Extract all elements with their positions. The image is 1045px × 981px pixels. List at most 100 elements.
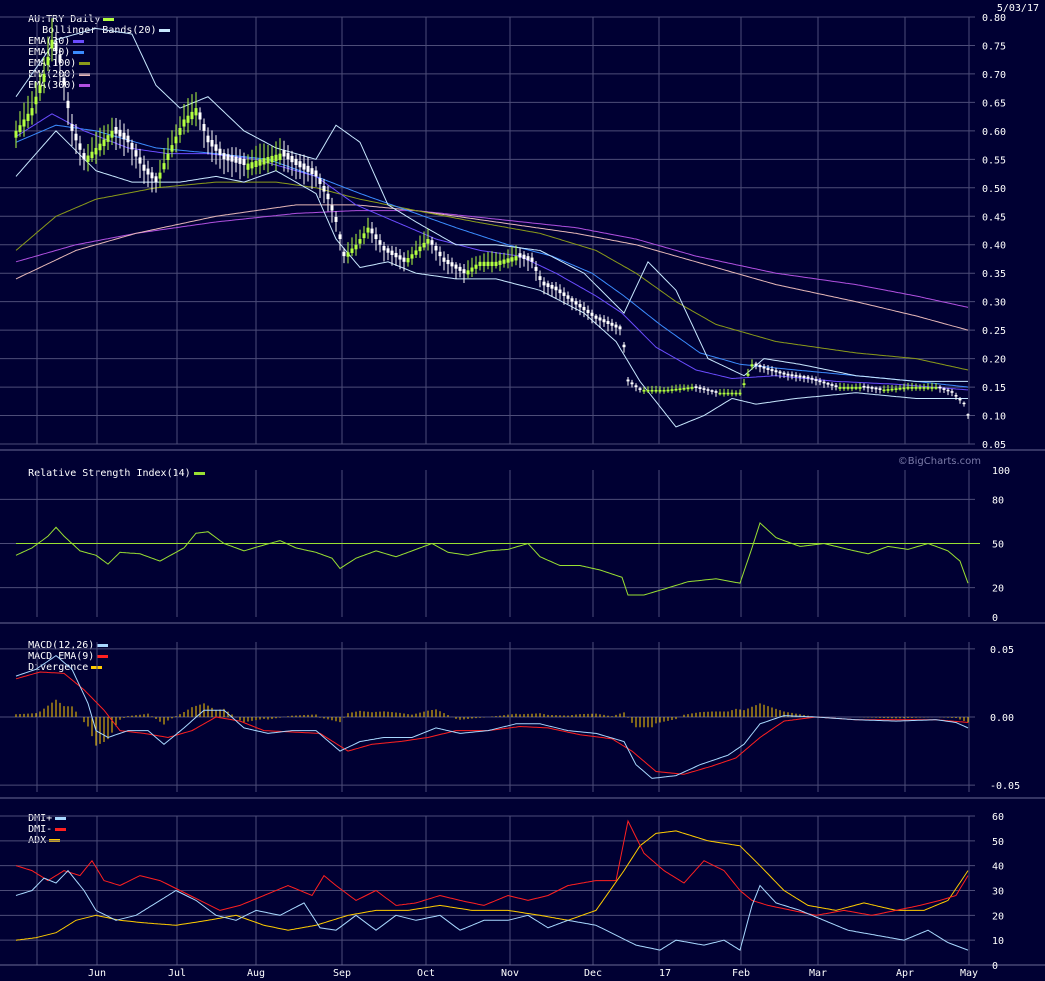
price-body — [942, 388, 946, 390]
price-body — [94, 147, 98, 155]
plot-layer — [14, 18, 980, 951]
price-tick-label: 0.25 — [982, 326, 1006, 337]
price-body — [38, 85, 42, 94]
price-body — [938, 386, 942, 389]
price-body — [390, 250, 394, 255]
price-body — [766, 367, 770, 370]
price-body — [218, 148, 222, 156]
price-body — [74, 133, 78, 141]
price-body — [750, 364, 754, 367]
x-axis-label: Sep — [333, 968, 351, 979]
price-body — [350, 248, 354, 254]
price-body — [30, 108, 34, 116]
dmi-tick-label: 20 — [992, 911, 1004, 922]
price-body — [910, 387, 914, 389]
rsi-tick-label: 100 — [992, 466, 1010, 477]
price-body — [338, 234, 342, 240]
price-body — [374, 234, 378, 240]
x-axis-label: Mar — [809, 968, 827, 979]
price-body — [426, 239, 430, 244]
price-body — [602, 319, 606, 323]
price-body — [310, 168, 314, 175]
price-body — [342, 251, 346, 257]
price-body — [258, 159, 262, 166]
price-body — [526, 256, 530, 261]
x-axis-label: Aug — [247, 968, 265, 979]
price-body — [822, 381, 826, 384]
price-body — [962, 402, 966, 405]
adx-line — [15, 830, 969, 941]
price-body — [894, 388, 898, 390]
price-body — [278, 153, 282, 161]
price-body — [646, 389, 650, 392]
price-body — [366, 227, 370, 233]
price-body — [106, 135, 110, 142]
dmi-tick-label: 60 — [992, 812, 1004, 823]
price-body — [738, 392, 742, 395]
price-body — [462, 269, 466, 274]
price-tick-label: 0.65 — [982, 98, 1006, 109]
price-body — [26, 113, 30, 121]
price-body — [150, 172, 154, 179]
price-body — [598, 317, 602, 321]
price-body — [778, 371, 782, 374]
price-body — [334, 216, 338, 222]
price-body — [370, 228, 374, 234]
price-body — [62, 77, 66, 86]
price-body — [666, 389, 670, 392]
price-body — [490, 261, 494, 267]
price-body — [918, 387, 922, 389]
price-body — [566, 295, 570, 299]
price-body — [754, 363, 758, 366]
price-body — [482, 261, 486, 267]
price-body — [698, 387, 702, 389]
price-body — [926, 387, 930, 389]
price-body — [142, 164, 146, 171]
x-axis-label: Feb — [732, 968, 750, 979]
price-body — [634, 385, 638, 388]
price-body — [538, 276, 542, 281]
price-body — [630, 382, 634, 385]
price-body — [638, 388, 642, 390]
price-body — [838, 387, 842, 389]
price-body — [478, 261, 482, 267]
price-body — [402, 257, 406, 262]
price-body — [230, 155, 234, 162]
rsi-tick-label: 50 — [992, 540, 1004, 551]
price-body — [722, 392, 726, 395]
price-body — [354, 244, 358, 250]
price-body — [286, 153, 290, 160]
rsi-tick-label: 20 — [992, 584, 1004, 595]
price-body — [606, 321, 610, 325]
price-body — [122, 132, 126, 140]
price-body — [502, 259, 506, 264]
price-body — [810, 377, 814, 380]
price-tick-label: 0.20 — [982, 355, 1006, 366]
price-body — [774, 370, 778, 373]
price-body — [542, 281, 546, 286]
price-body — [562, 292, 566, 296]
bollinger-upper-line — [15, 27, 968, 382]
rsi-tick-label: 80 — [992, 495, 1004, 506]
price-body — [178, 128, 182, 135]
price-body — [242, 158, 246, 166]
price-body — [550, 284, 554, 289]
price-body — [18, 125, 22, 133]
x-axis-label: Nov — [501, 968, 519, 979]
price-body — [710, 390, 714, 392]
price-body — [274, 154, 278, 162]
price-body — [622, 344, 626, 348]
price-body — [190, 111, 194, 120]
price-body — [262, 158, 266, 165]
price-body — [118, 129, 122, 137]
price-body — [394, 252, 398, 258]
dmi-tick-label: 40 — [992, 862, 1004, 873]
price-body — [290, 155, 294, 163]
price-body — [966, 414, 970, 416]
price-body — [14, 130, 18, 138]
price-body — [958, 398, 962, 401]
price-body — [406, 258, 410, 263]
price-body — [642, 389, 646, 392]
price-body — [682, 387, 686, 390]
price-body — [914, 387, 918, 389]
